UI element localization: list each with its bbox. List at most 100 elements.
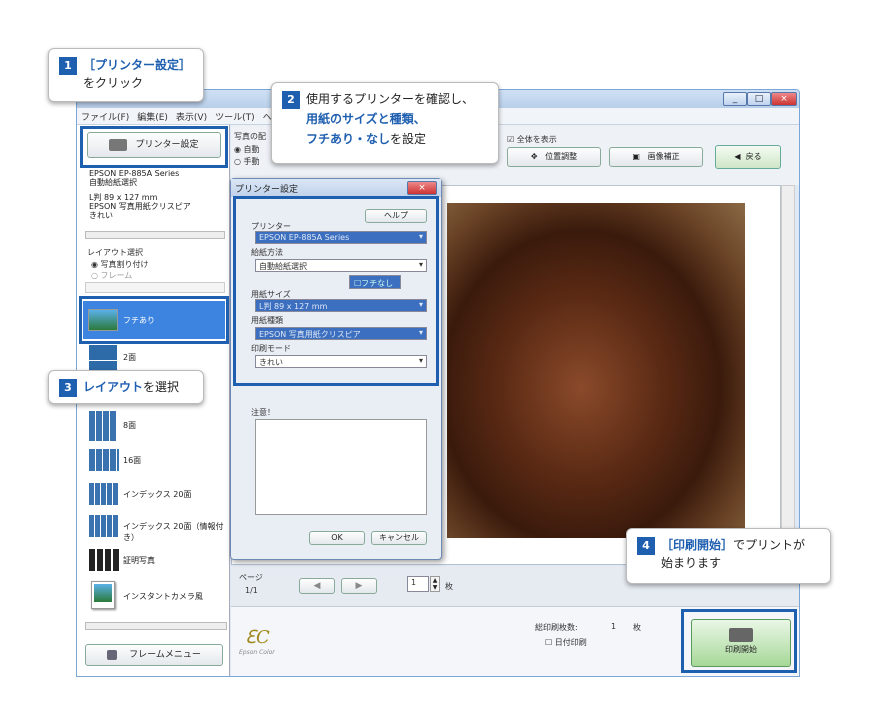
minimize-icon: _ — [732, 94, 738, 104]
total-value: 1 — [611, 622, 617, 631]
radio-photo[interactable]: ◉ 写真割り付け — [91, 259, 149, 270]
notes-label: 注意！ — [251, 408, 275, 417]
layout-2up-label[interactable]: 2面 — [123, 352, 136, 363]
radio-auto-label: 自動 — [243, 145, 260, 154]
info-printer: EPSON EP-885A Series — [89, 169, 180, 178]
date-print-checkbox[interactable]: ☐ 日付印刷 — [545, 637, 587, 648]
printer-info: EPSON EP-885A Series 自動給紙選択 L判 89 x 127 … — [89, 169, 229, 220]
callout-1-text: をクリック — [83, 76, 144, 90]
callout-2-line1: 使用するプリンターを確認し、 — [306, 92, 475, 106]
radio-auto[interactable]: ◉ 自動 — [234, 144, 260, 155]
layout-index20-info-label[interactable]: インデックス 20面（情報付き） — [123, 521, 229, 543]
callout-4-line2: 始まります — [661, 556, 722, 570]
callout-1: 1 ［プリンター設定］ をクリック — [48, 48, 204, 102]
layout-scrollbar[interactable] — [85, 622, 227, 630]
radio-manual[interactable]: ○ 手動 — [234, 156, 260, 167]
frame-menu-button[interactable]: フレームメニュー — [85, 644, 223, 666]
back-button[interactable]: ◀ 戻る — [715, 145, 781, 169]
callout-2-line2: 用紙のサイズと種類、 — [306, 112, 426, 126]
position-button[interactable]: ✥ 位置調整 — [507, 147, 601, 167]
copies-stepper[interactable]: ▲ ▼ — [430, 576, 440, 592]
layout-title: レイアウト選択 — [87, 248, 143, 257]
info-feed: 自動給紙選択 — [89, 178, 137, 187]
callout-3-a: レイアウト — [83, 380, 144, 394]
callout-4-a: ［印刷開始］ — [661, 538, 734, 552]
cancel-button[interactable]: キャンセル — [371, 531, 427, 545]
layout-id-photo-label[interactable]: 証明写真 — [123, 555, 155, 566]
id-photo-thumb[interactable] — [89, 549, 119, 571]
preview-photo — [447, 203, 745, 538]
menu-tools[interactable]: ツール(T) — [211, 108, 259, 125]
prev-page-button[interactable]: ◀ — [299, 578, 335, 594]
callout-3-b: を選択 — [143, 380, 180, 394]
highlight-dialog-fields — [233, 196, 439, 386]
show-all-label: 全体を表示 — [516, 135, 557, 144]
copies-unit: 枚 — [445, 582, 453, 591]
index20-info-thumb[interactable] — [89, 515, 119, 537]
prev-icon: ◀ — [313, 581, 321, 591]
layout-16up-label[interactable]: 16面 — [123, 455, 141, 466]
image-correct-button[interactable]: ▣ 画像補正 — [609, 147, 703, 167]
layout-8up-label[interactable]: 8面 — [123, 420, 136, 431]
frame-select[interactable] — [85, 282, 225, 293]
radio-manual-label: 手動 — [243, 157, 260, 166]
notes-area — [255, 419, 427, 515]
page-label: ページ — [239, 573, 263, 582]
next-page-button[interactable]: ▶ — [341, 578, 377, 594]
back-label: 戻る — [745, 152, 762, 161]
epson-color-text: Epson Color — [239, 649, 275, 656]
ok-label: OK — [331, 533, 343, 542]
move-icon: ✥ — [530, 152, 538, 161]
info-mode: きれい — [89, 211, 113, 220]
callout-4: 4 ［印刷開始］でプリントが 始まります — [626, 528, 831, 584]
image-correct-icon: ▣ — [632, 152, 640, 161]
maximize-button[interactable]: □ — [747, 92, 771, 106]
screenshot-stage: { "window": { "min": "_", "max": "□", "c… — [0, 0, 880, 718]
photo-arrange-label: 写真の配 — [234, 132, 266, 141]
step-2-badge: 2 — [282, 91, 300, 109]
copies-value: 1 — [411, 578, 417, 587]
close-button[interactable]: × — [771, 92, 797, 106]
menu-view[interactable]: 表示(V) — [172, 108, 211, 125]
close-icon: × — [780, 94, 788, 104]
preview-scrollbar[interactable] — [781, 185, 795, 565]
instant-camera-thumb[interactable] — [91, 581, 115, 609]
highlight-print-button — [681, 609, 797, 673]
page-value: 1/1 — [245, 586, 258, 595]
cancel-label: キャンセル — [379, 533, 419, 542]
dialog-close-icon: × — [418, 183, 426, 193]
sixteen-up-thumb[interactable] — [89, 449, 119, 471]
info-type: EPSON 写真用紙クリスピア — [89, 202, 191, 211]
copies-input[interactable]: 1 — [407, 576, 429, 592]
step-4-badge: 4 — [637, 537, 655, 555]
highlight-printer-button — [80, 126, 228, 168]
ok-button[interactable]: OK — [309, 531, 365, 545]
dialog-close-button[interactable]: × — [407, 181, 437, 195]
radio-photo-label: 写真割り付け — [100, 260, 149, 269]
step-3-badge: 3 — [59, 379, 77, 397]
eight-up-thumb[interactable] — [89, 411, 117, 441]
minimize-button[interactable]: _ — [723, 92, 747, 106]
highlight-layout — [79, 296, 229, 344]
total-label: 総印刷枚数: — [535, 623, 578, 632]
layout-instant-label[interactable]: インスタントカメラ風 — [123, 591, 203, 602]
show-all-checkbox[interactable]: ☑ 全体を表示 — [507, 134, 557, 145]
frame-icon — [107, 649, 118, 660]
index20-thumb[interactable] — [89, 483, 119, 505]
layout-index20-label[interactable]: インデックス 20面 — [123, 489, 191, 500]
callout-1-title: ［プリンター設定］ — [83, 58, 192, 72]
callout-2-line3b: を設定 — [390, 132, 427, 146]
callout-2-line3a: フチあり・なし — [306, 132, 391, 146]
callout-4-b: でプリントが — [733, 538, 806, 552]
back-icon: ◀ — [734, 152, 741, 161]
maximize-icon: □ — [754, 94, 764, 104]
epson-color-logo: ℇC — [245, 627, 270, 648]
menu-file[interactable]: ファイル(F) — [77, 108, 133, 125]
image-correct-label: 画像補正 — [647, 152, 680, 161]
info-scrollbar[interactable] — [85, 231, 225, 239]
radio-frame[interactable]: ○ フレーム — [91, 270, 132, 281]
menu-edit[interactable]: 編集(E) — [133, 108, 172, 125]
callout-3: 3 レイアウトを選択 — [48, 370, 204, 404]
step-1-badge: 1 — [59, 57, 77, 75]
info-size: L判 89 x 127 mm — [89, 193, 158, 202]
